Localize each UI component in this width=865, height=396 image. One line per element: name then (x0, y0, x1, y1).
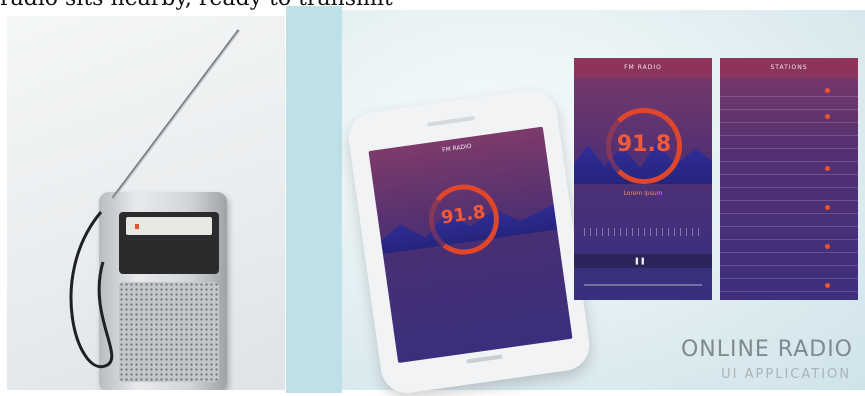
stations-screen-header: STATIONS (720, 58, 858, 78)
station-row[interactable] (720, 214, 858, 227)
fm-progress-track[interactable] (584, 284, 702, 286)
station-indicator-icon (825, 166, 830, 171)
fm-tuning-scale[interactable] (584, 228, 702, 236)
station-row[interactable] (720, 110, 858, 123)
smartphone-mockup: FM RADIO 91.8 (345, 86, 593, 396)
station-row[interactable] (720, 136, 858, 149)
fm-radio-screen: FM RADIO 91.8 Lorem Ipsum ❚❚ (574, 58, 712, 300)
fm-frequency: 91.8 (616, 132, 672, 157)
station-row[interactable] (720, 188, 858, 201)
station-indicator-icon (825, 114, 830, 119)
station-row[interactable] (720, 97, 858, 110)
station-row[interactable] (720, 279, 858, 292)
phone-screen: FM RADIO 91.8 (368, 126, 573, 364)
stations-list (720, 84, 858, 292)
station-row[interactable] (720, 175, 858, 188)
stations-screen: STATIONS (720, 58, 858, 300)
radio-antenna-icon (69, 29, 241, 369)
phone-screen-title: FM RADIO (441, 142, 473, 154)
station-row[interactable] (720, 227, 858, 240)
brand-subtitle: UI APPLICATION (721, 367, 851, 382)
station-row[interactable] (720, 240, 858, 253)
station-indicator-icon (825, 283, 830, 288)
station-row[interactable] (720, 123, 858, 136)
radio-photo (7, 16, 285, 390)
cropped-caption-text: radio sits nearby, ready to transmit (0, 0, 865, 10)
station-row[interactable] (720, 162, 858, 175)
station-indicator-icon (825, 205, 830, 210)
station-indicator-icon (825, 244, 830, 249)
fm-controls-bar: ❚❚ (574, 254, 712, 268)
station-row[interactable] (720, 84, 858, 97)
divider-strip (286, 6, 342, 393)
fm-screen-header: FM RADIO (574, 58, 712, 78)
station-row[interactable] (720, 266, 858, 279)
pause-icon[interactable]: ❚❚ (634, 257, 646, 265)
station-indicator-icon (825, 88, 830, 93)
phone-home-button (466, 354, 503, 364)
fm-caption: Lorem Ipsum (623, 190, 663, 197)
phone-speaker (427, 116, 476, 127)
station-row[interactable] (720, 201, 858, 214)
brand-title: ONLINE RADIO (680, 337, 853, 362)
station-row[interactable] (720, 253, 858, 266)
station-row[interactable] (720, 149, 858, 162)
